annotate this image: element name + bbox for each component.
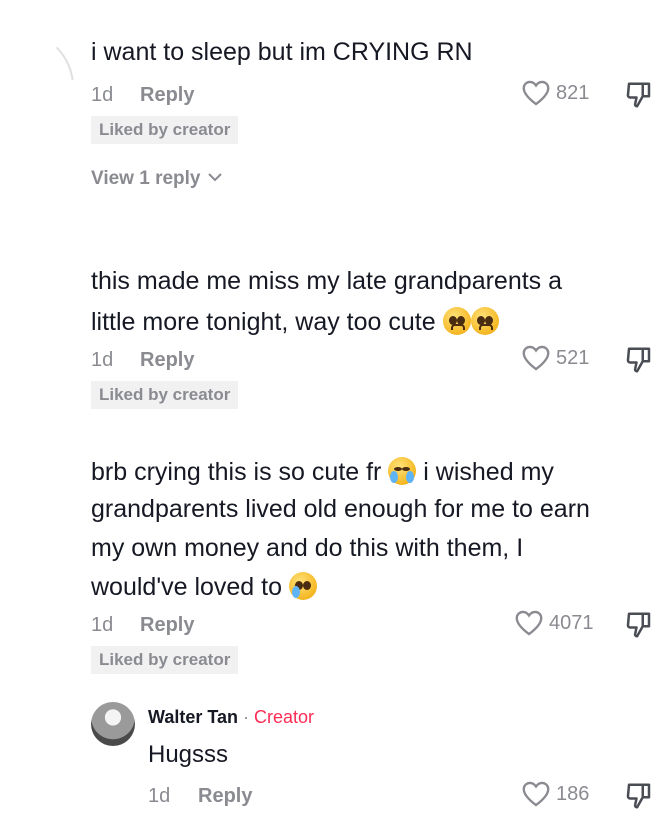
reply-button[interactable]: Reply <box>140 84 194 107</box>
pleading-face-emoji <box>442 307 471 335</box>
comment-text-line1: brb crying this is so cute fr i wished m… <box>91 457 554 486</box>
loudly-crying-face-emoji <box>388 457 417 485</box>
heart-outline-icon <box>515 610 543 636</box>
comment-text-line3: my own money and do this with them, I <box>91 534 524 562</box>
comment-time: 1d <box>91 84 114 106</box>
like-button[interactable]: 521 <box>522 345 589 371</box>
reply-author-row: Walter Tan · Creator <box>148 707 314 728</box>
comment-text-line4: would've loved to <box>91 568 317 606</box>
comment-text: i want to sleep but im CRYING RN <box>91 38 473 66</box>
heart-outline-icon <box>522 80 550 106</box>
thumbs-down-icon[interactable] <box>624 80 654 110</box>
reply-time: 1d <box>148 785 171 807</box>
reply-text: Hugsss <box>148 741 229 768</box>
like-count: 521 <box>556 346 590 369</box>
heart-outline-icon <box>522 345 550 371</box>
thumbs-down-icon[interactable] <box>624 781 654 811</box>
like-button[interactable]: 4071 <box>515 610 594 636</box>
heart-outline-icon <box>522 781 550 807</box>
reply-button[interactable]: Reply <box>198 785 252 808</box>
liked-by-creator-badge: Liked by creator <box>91 646 239 674</box>
thumbs-down-icon[interactable] <box>624 610 654 640</box>
crying-face-emoji <box>288 572 317 600</box>
like-count: 4071 <box>549 611 594 634</box>
liked-by-creator-badge: Liked by creator <box>91 381 239 409</box>
comment-text-line2: little more tonight, way too cute <box>91 303 499 341</box>
like-count: 186 <box>556 782 590 805</box>
like-button[interactable]: 821 <box>522 80 589 106</box>
creator-tag: Creator <box>254 707 315 727</box>
reply-author[interactable]: Walter Tan <box>148 707 238 728</box>
like-button[interactable]: 186 <box>522 781 589 807</box>
comment-text-line2: grandparents lived old enough for me to … <box>91 495 590 523</box>
pleading-face-emoji <box>470 307 499 335</box>
reply-button[interactable]: Reply <box>140 614 194 637</box>
comment-text: this made me miss my late grandparents a <box>91 267 563 295</box>
liked-by-creator-badge: Liked by creator <box>91 116 239 144</box>
thumbs-down-icon[interactable] <box>624 345 654 375</box>
comment-time: 1d <box>91 349 114 371</box>
comment-time: 1d <box>91 614 114 636</box>
separator: · <box>243 707 250 727</box>
view-replies-label: View 1 reply <box>91 168 201 189</box>
chevron-down-icon <box>207 170 223 188</box>
like-count: 821 <box>556 81 590 104</box>
avatar[interactable] <box>91 702 135 746</box>
view-replies-button[interactable]: View 1 reply <box>91 168 223 190</box>
avatar-partial[interactable] <box>0 30 78 80</box>
reply-button[interactable]: Reply <box>140 349 194 372</box>
